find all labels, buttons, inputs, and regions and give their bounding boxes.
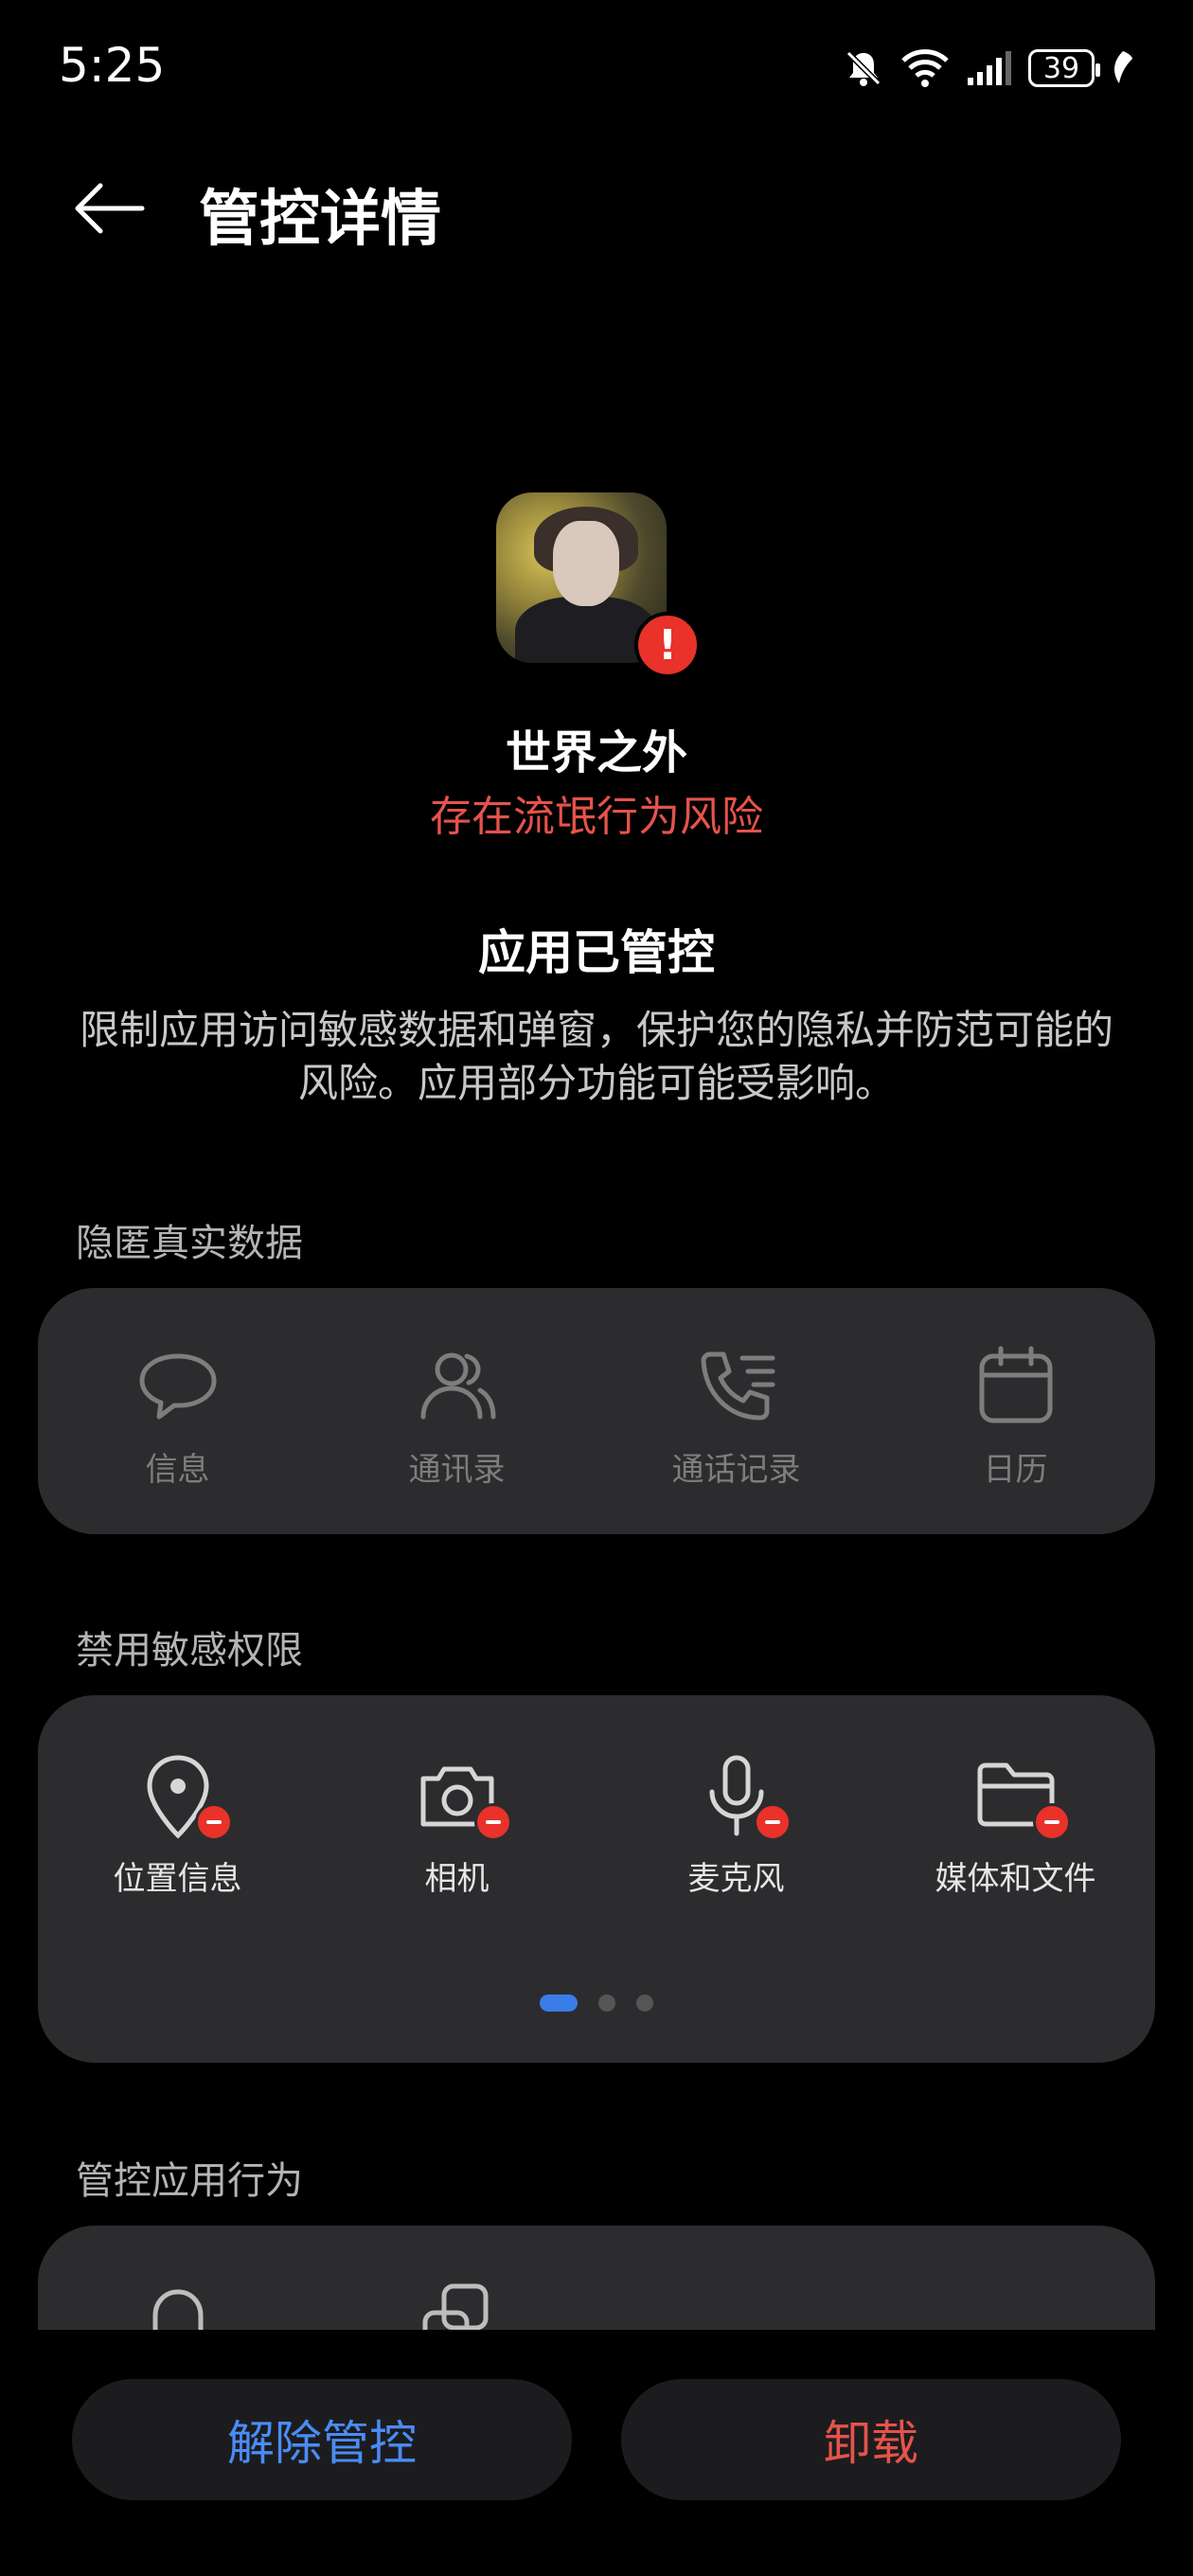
control-description: 限制应用访问敏感数据和弹窗，保护您的隐私并防范可能的风险。应用部分功能可能受影响… (79, 1007, 1113, 1106)
bell-muted-icon (846, 50, 881, 86)
hide-data-item-calendar[interactable]: 日历 (876, 1341, 1155, 1490)
disabled-badge-icon (1032, 1803, 1071, 1841)
warning-badge-icon: ! (634, 612, 701, 678)
hide-data-label: 通讯录 (408, 1451, 506, 1489)
hide-data-label: 信息 (145, 1451, 210, 1489)
page-dot-active[interactable] (540, 1995, 578, 2012)
permission-item-location[interactable]: 位置信息 (38, 1750, 317, 1899)
camera-icon-wrap (412, 1750, 512, 1841)
permission-item-camera[interactable]: 相机 (317, 1750, 596, 1899)
location-icon-wrap (133, 1750, 233, 1841)
disabled-badge-icon (194, 1803, 233, 1841)
disabled-badge-icon (473, 1803, 512, 1841)
folder-icon-wrap (970, 1750, 1071, 1841)
hide-data-item-call-log[interactable]: 通话记录 (596, 1341, 876, 1490)
hide-data-label: 日历 (983, 1451, 1048, 1489)
page-indicator[interactable] (38, 1995, 1155, 2012)
hide-data-label: 通话记录 (671, 1451, 801, 1489)
hide-data-item-messages[interactable]: 信息 (38, 1341, 317, 1490)
section-label-hide-data: 隐匿真实数据 (76, 1222, 303, 1265)
app-name: 世界之外 (505, 726, 687, 779)
bottom-action-bar: 解除管控 卸载 (0, 2330, 1193, 2576)
hide-data-card: 信息 通讯录 通话记录 日历 (38, 1288, 1155, 1534)
permission-label: 媒体和文件 (935, 1860, 1096, 1898)
page-dot[interactable] (636, 1995, 653, 2012)
status-bar: 5:25 39 (0, 0, 1193, 133)
uninstall-button[interactable]: 卸载 (621, 2379, 1121, 2500)
control-status-title: 应用已管控 (478, 925, 715, 980)
call-log-icon (701, 1351, 775, 1421)
permission-label: 位置信息 (113, 1860, 242, 1898)
battery-indicator: 39 (1028, 49, 1100, 87)
disabled-badge-icon (753, 1803, 792, 1841)
signal-icon (968, 51, 1011, 85)
risk-label: 存在流氓行为风险 (430, 793, 763, 841)
wifi-icon (901, 49, 949, 87)
back-arrow-icon[interactable] (72, 180, 148, 237)
message-icon (139, 1353, 216, 1420)
disabled-permissions-card: 位置信息 相机 麦克风 媒体和文件 (38, 1695, 1155, 2063)
release-control-button[interactable]: 解除管控 (72, 2379, 572, 2500)
status-time: 5:25 (59, 38, 166, 93)
page-dot[interactable] (598, 1995, 615, 2012)
page-title: 管控详情 (199, 185, 441, 255)
hide-data-item-contacts[interactable]: 通讯录 (317, 1341, 596, 1490)
calendar-icon (979, 1346, 1052, 1423)
section-label-disabled-permissions: 禁用敏感权限 (76, 1629, 303, 1673)
permission-label: 麦克风 (687, 1860, 785, 1898)
permission-item-microphone[interactable]: 麦克风 (596, 1750, 876, 1899)
contacts-icon (420, 1352, 495, 1420)
status-icons: 39 (843, 42, 1136, 95)
permission-label: 相机 (424, 1860, 490, 1898)
permission-item-media-files[interactable]: 媒体和文件 (876, 1750, 1155, 1899)
leaf-icon (1114, 51, 1132, 83)
section-label-controlled-behavior: 管控应用行为 (76, 2159, 303, 2203)
top-bar: 管控详情 (0, 161, 1193, 256)
microphone-icon-wrap (691, 1750, 792, 1841)
battery-level: 39 (1042, 51, 1080, 85)
